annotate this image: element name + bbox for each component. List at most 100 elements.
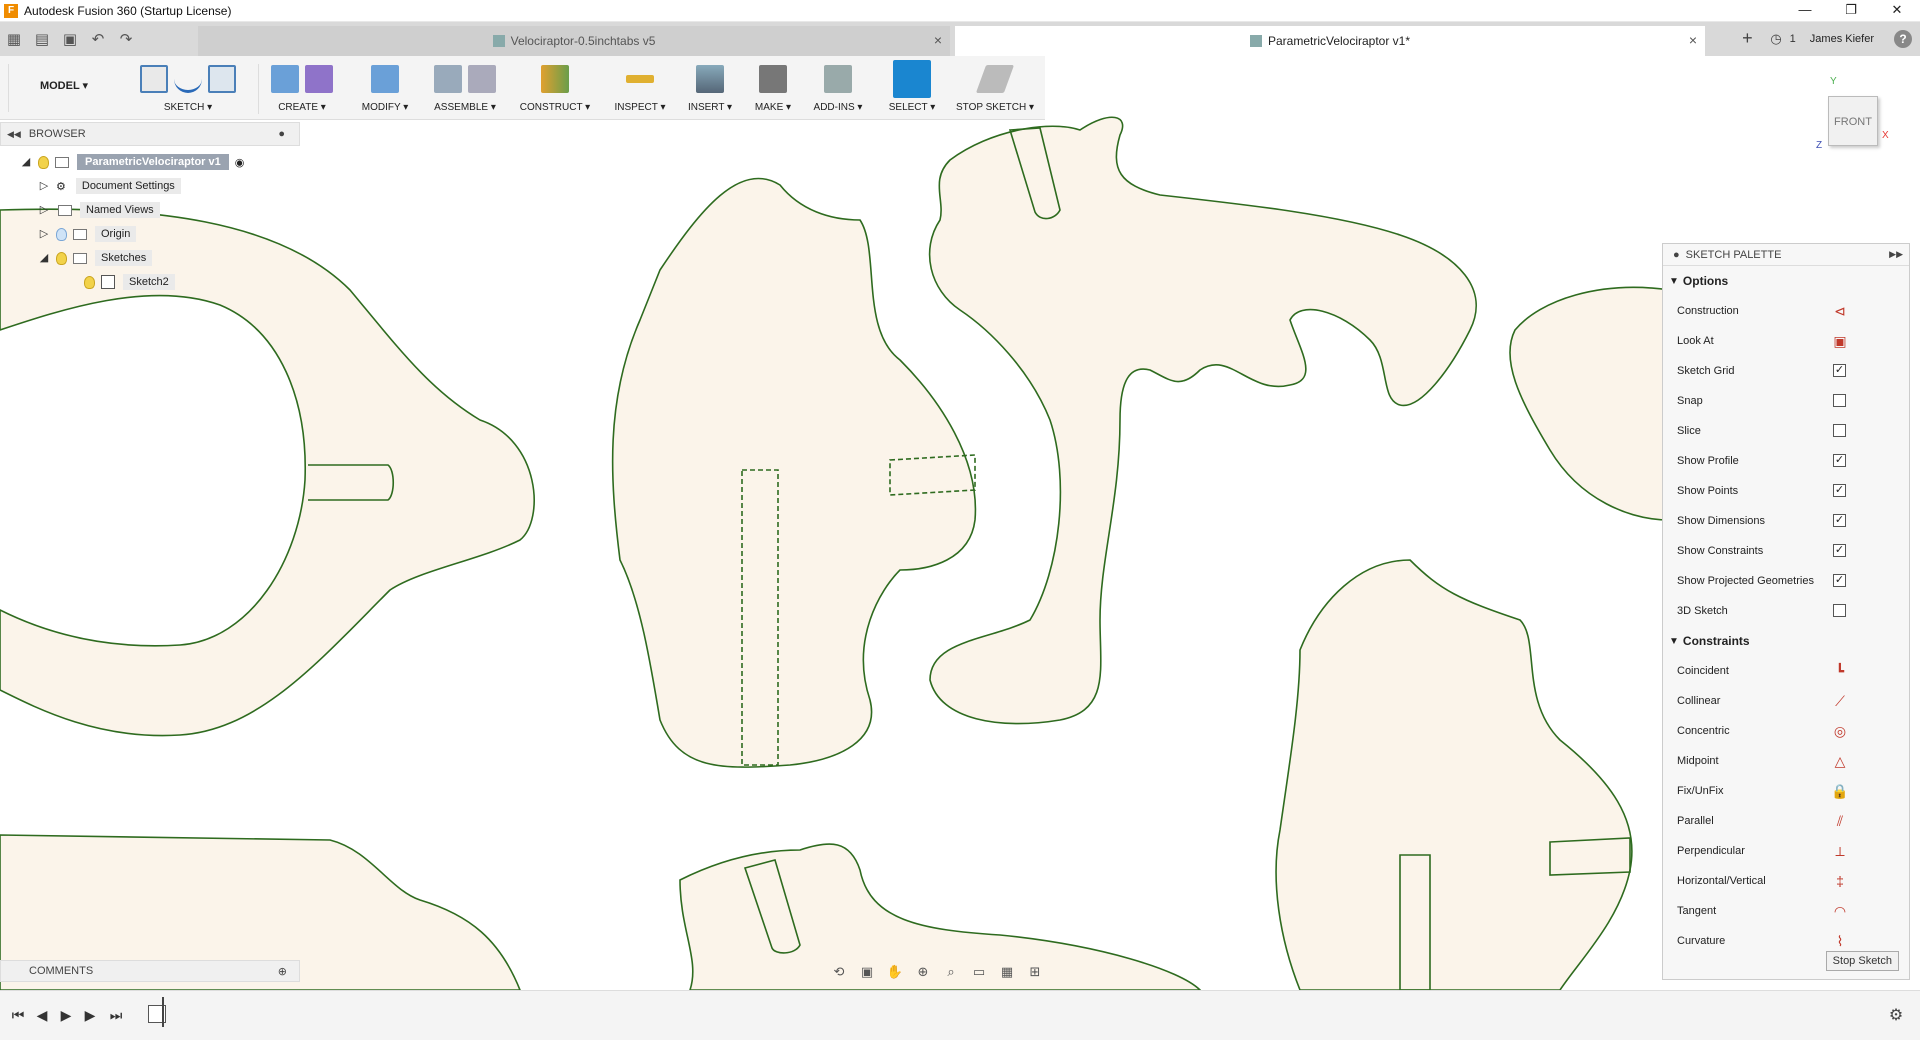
play-icon[interactable]: ▶ <box>56 1005 76 1025</box>
save-icon[interactable]: ▣ <box>56 22 84 56</box>
palette-option-slice[interactable]: Slice <box>1663 416 1909 446</box>
assemble-menu[interactable]: ASSEMBLE ▾ <box>425 102 505 113</box>
collapse-triangle-icon[interactable]: ◢ <box>20 156 32 168</box>
browser-item-sketches[interactable]: ◢ Sketches <box>38 248 153 268</box>
viewports-icon[interactable]: ⊞ <box>1026 964 1044 980</box>
inspect-menu[interactable]: INSPECT ▾ <box>610 102 670 113</box>
browser-item-named-views[interactable]: ▷ Named Views <box>38 200 160 220</box>
constraints-section-header[interactable]: ▼ Constraints <box>1663 626 1909 656</box>
minimize-button[interactable]: — <box>1782 0 1828 22</box>
clock-icon[interactable]: ◷ <box>1770 31 1781 47</box>
create-sketch-icon[interactable] <box>140 65 168 93</box>
zoom-window-icon[interactable]: ⊕ <box>914 964 932 980</box>
tab-close-icon[interactable]: × <box>934 32 942 48</box>
insert-image-icon[interactable] <box>696 65 724 93</box>
user-name[interactable]: James Kiefer <box>1810 33 1874 45</box>
constraint-tangent[interactable]: Tangent ◠ <box>1663 896 1909 926</box>
option-checkbox[interactable] <box>1833 424 1846 437</box>
create-menu[interactable]: CREATE ▾ <box>260 102 344 113</box>
step-back-icon[interactable]: ◀ <box>32 1005 52 1025</box>
form-icon[interactable] <box>305 65 333 93</box>
activate-radio-icon[interactable]: ◉ <box>235 156 245 169</box>
browser-item-origin[interactable]: ▷ Origin <box>38 224 137 244</box>
stop-sketch-icon[interactable] <box>975 65 1015 93</box>
make-menu[interactable]: MAKE ▾ <box>746 102 800 113</box>
constraint-collinear[interactable]: Collinear ⟋ <box>1663 686 1909 716</box>
option-checkbox[interactable]: ✓ <box>1833 454 1846 467</box>
insert-menu[interactable]: INSERT ▾ <box>680 102 740 113</box>
select-icon[interactable] <box>893 60 931 98</box>
palette-option-snap[interactable]: Snap <box>1663 386 1909 416</box>
construction-icon[interactable]: ⊲ <box>1831 302 1849 320</box>
constraint-horizontal-vertical[interactable]: Horizontal/Vertical ‡ <box>1663 866 1909 896</box>
close-window-button[interactable]: ✕ <box>1874 0 1920 22</box>
extrude-icon[interactable] <box>271 65 299 93</box>
constraint-concentric[interactable]: Concentric ◎ <box>1663 716 1909 746</box>
browser-item-document-settings[interactable]: ▷ ⚙ Document Settings <box>38 176 181 196</box>
new-tab-button[interactable]: + <box>1734 26 1760 52</box>
addins-menu[interactable]: ADD-INS ▾ <box>806 102 870 113</box>
palette-option-construction[interactable]: Construction ⊲ <box>1663 296 1909 326</box>
concentric-icon[interactable]: ◎ <box>1831 722 1849 740</box>
data-panel-grid-icon[interactable]: ▦ <box>0 22 28 56</box>
go-to-end-icon[interactable]: ⏭ <box>106 1005 126 1025</box>
timeline-position-marker[interactable] <box>162 997 164 1027</box>
option-checkbox[interactable] <box>1833 604 1846 617</box>
option-checkbox[interactable]: ✓ <box>1833 514 1846 527</box>
section-collapse-icon[interactable]: ▼ <box>1669 636 1679 647</box>
options-section-header[interactable]: ▼ Options <box>1663 266 1909 296</box>
modify-menu[interactable]: MODIFY ▾ <box>350 102 420 113</box>
section-collapse-icon[interactable]: ▼ <box>1669 276 1679 287</box>
palette-expand-icon[interactable]: ▶▶ <box>1889 249 1903 260</box>
tangent-icon[interactable]: ◠ <box>1831 902 1849 920</box>
palette-option-show-dimensions[interactable]: Show Dimensions ✓ <box>1663 506 1909 536</box>
palette-pin-icon[interactable]: ● <box>1673 249 1680 261</box>
line-icon[interactable] <box>174 65 202 93</box>
visibility-bulb-icon[interactable] <box>38 155 49 169</box>
help-icon[interactable]: ? <box>1894 30 1912 48</box>
constraint-midpoint[interactable]: Midpoint △ <box>1663 746 1909 776</box>
collinear-icon[interactable]: ⟋ <box>1831 692 1849 710</box>
select-menu[interactable]: SELECT ▾ <box>880 102 944 113</box>
palette-option-3d-sketch[interactable]: 3D Sketch <box>1663 596 1909 626</box>
browser-root[interactable]: ◢ ParametricVelociraptor v1 ◉ <box>20 152 244 172</box>
midpoint-icon[interactable]: △ <box>1831 752 1849 770</box>
scripts-icon[interactable] <box>824 65 852 93</box>
collapse-browser-icon[interactable]: ◀◀ <box>7 129 21 140</box>
display-settings-icon[interactable]: ▭ <box>970 964 988 980</box>
palette-option-show-points[interactable]: Show Points ✓ <box>1663 476 1909 506</box>
sketch-menu[interactable]: SKETCH ▾ <box>128 102 248 113</box>
grid-settings-icon[interactable]: ▦ <box>998 964 1016 980</box>
stop-sketch-menu[interactable]: STOP SKETCH ▾ <box>950 102 1040 113</box>
perpendicular-icon[interactable]: ⟂ <box>1831 842 1849 860</box>
new-component-icon[interactable] <box>434 65 462 93</box>
view-cube-front-face[interactable]: FRONT <box>1828 96 1878 146</box>
go-to-start-icon[interactable]: ⏮ <box>8 1005 28 1025</box>
stop-sketch-button[interactable]: Stop Sketch <box>1825 951 1899 971</box>
pan-icon[interactable]: ✋ <box>886 964 904 980</box>
tab-close-icon[interactable]: × <box>1689 32 1697 48</box>
rectangle-icon[interactable] <box>208 65 236 93</box>
palette-option-look-at[interactable]: Look At ▣ <box>1663 326 1909 356</box>
assemble-group[interactable]: ASSEMBLE ▾ <box>425 62 505 118</box>
visibility-bulb-icon[interactable] <box>56 251 67 265</box>
palette-option-sketch-grid[interactable]: Sketch Grid ✓ <box>1663 356 1909 386</box>
make-group[interactable]: MAKE ▾ <box>746 62 800 118</box>
lock-icon[interactable]: 🔒 <box>1831 782 1849 800</box>
select-group[interactable]: SELECT ▾ <box>880 60 944 118</box>
option-checkbox[interactable]: ✓ <box>1833 574 1846 587</box>
redo-icon[interactable]: ↷ <box>112 22 140 56</box>
browser-pin-icon[interactable]: ● <box>278 128 285 140</box>
view-cube[interactable]: Y FRONT X Z <box>1816 76 1889 151</box>
sketch-group[interactable]: SKETCH ▾ <box>128 62 248 118</box>
press-pull-icon[interactable] <box>371 65 399 93</box>
curvature-icon[interactable]: ⌇ <box>1831 932 1849 950</box>
insert-group[interactable]: INSERT ▾ <box>680 62 740 118</box>
constraint-fix-unfix[interactable]: Fix/UnFix 🔒 <box>1663 776 1909 806</box>
constraint-parallel[interactable]: Parallel ⫽ <box>1663 806 1909 836</box>
job-status-count[interactable]: 1 <box>1790 33 1796 45</box>
visibility-bulb-icon[interactable] <box>56 227 67 241</box>
measure-icon[interactable] <box>626 75 654 83</box>
visibility-bulb-icon[interactable] <box>84 275 95 289</box>
browser-item-sketch2[interactable]: Sketch2 <box>78 272 175 292</box>
